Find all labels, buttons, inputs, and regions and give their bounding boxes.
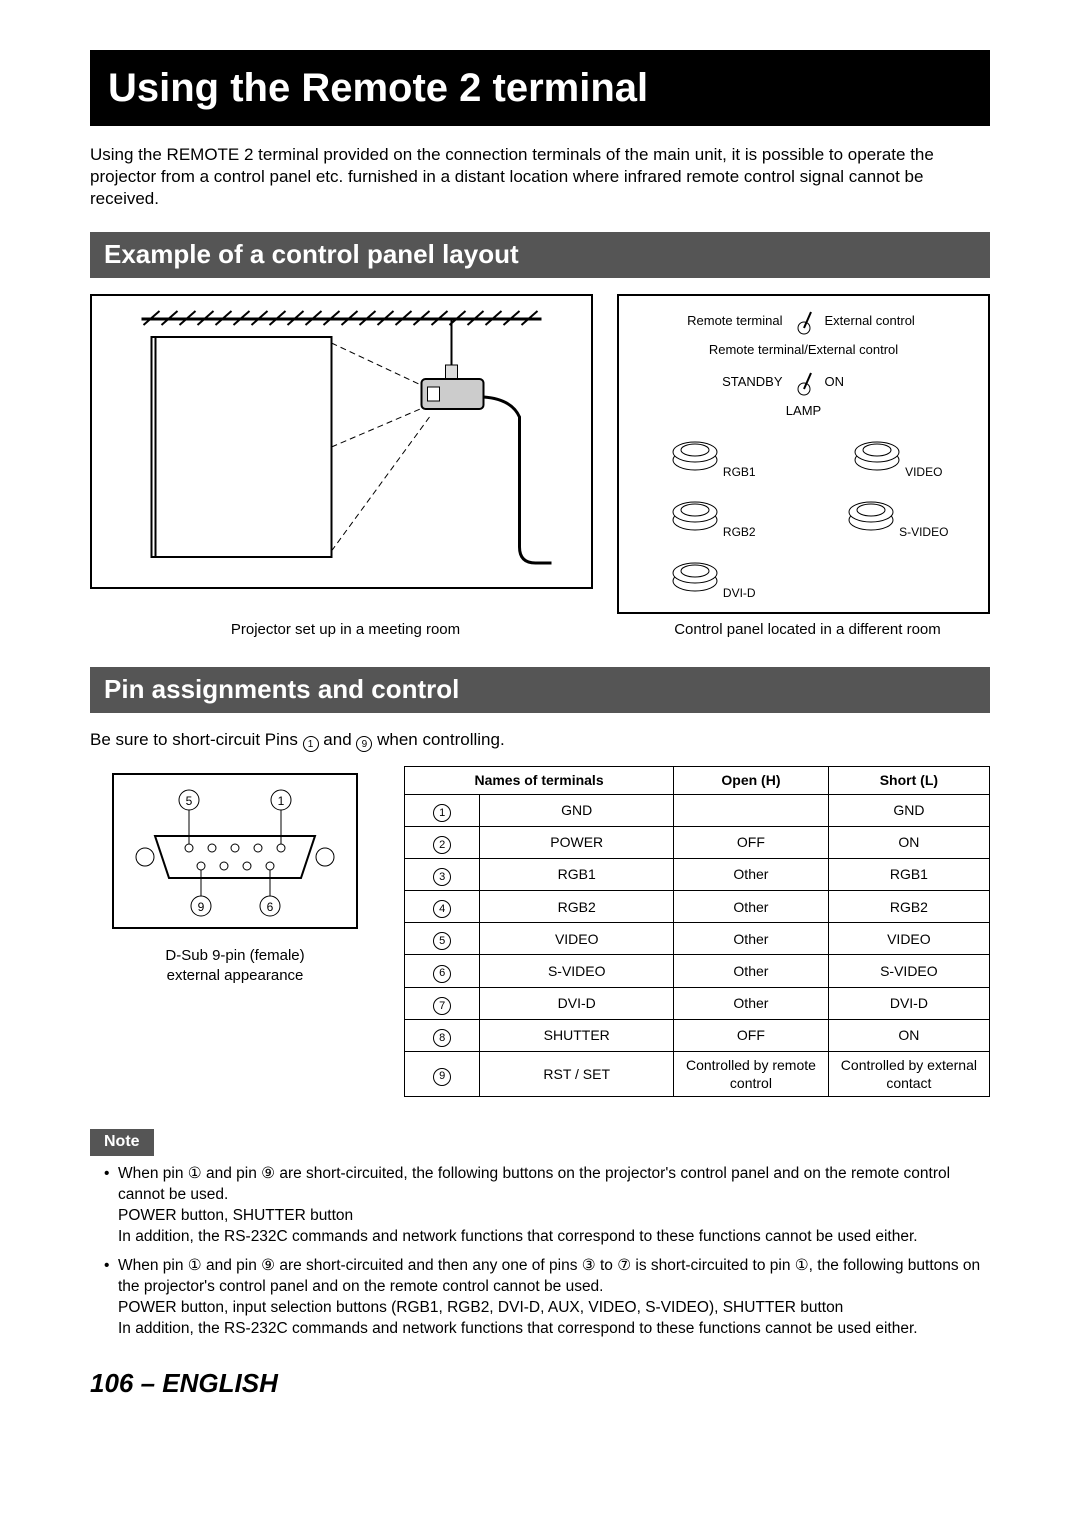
label-lamp: LAMP xyxy=(631,403,976,420)
push-button-icon xyxy=(667,492,723,532)
push-button-icon xyxy=(667,553,723,593)
table-row: 8SHUTTEROFFON xyxy=(405,1019,990,1051)
label-standby: STANDBY xyxy=(631,374,783,391)
label-external-control: External control xyxy=(825,313,977,330)
table-row: 2POWEROFFON xyxy=(405,826,990,858)
note-1: When pin ① and pin ⑨ are short-circuited… xyxy=(104,1164,990,1248)
fig-caption-2: external appearance xyxy=(90,966,380,986)
svg-text:5: 5 xyxy=(186,794,193,808)
pin-table: Names of terminals Open (H) Short (L) 1G… xyxy=(404,766,990,1097)
page-footer: 106 – ENGLISH xyxy=(90,1367,990,1401)
label-rgb1: RGB1 xyxy=(723,465,756,479)
table-row: 3RGB1OtherRGB1 xyxy=(405,858,990,890)
table-row: 4RGB2OtherRGB2 xyxy=(405,891,990,923)
dsub-figure: 5 1 9 6 D-Sub 9-pin (female) external ap… xyxy=(90,766,380,985)
section-heading-layout: Example of a control panel layout xyxy=(90,232,990,278)
table-row: 9RST / SETControlled by remote controlCo… xyxy=(405,1051,990,1096)
short-note: Be sure to short-circuit Pins 1 and 9 wh… xyxy=(90,729,990,753)
table-row: 6S-VIDEOOtherS-VIDEO xyxy=(405,955,990,987)
note-2: When pin ① and pin ⑨ are short-circuited… xyxy=(104,1256,990,1340)
th-names: Names of terminals xyxy=(405,767,674,794)
label-combined: Remote terminal/External control xyxy=(631,342,976,359)
label-video: VIDEO xyxy=(905,465,942,479)
caption-left: Projector set up in a meeting room xyxy=(90,620,601,640)
svg-text:9: 9 xyxy=(198,900,205,914)
page-title: Using the Remote 2 terminal xyxy=(90,50,990,126)
push-button-icon xyxy=(843,492,899,532)
label-remote-terminal: Remote terminal xyxy=(631,313,783,330)
label-rgb2: RGB2 xyxy=(723,525,756,539)
meeting-room-diagram xyxy=(90,294,593,589)
th-short: Short (L) xyxy=(828,767,989,794)
fig-caption-1: D-Sub 9-pin (female) xyxy=(90,946,380,966)
push-button-icon xyxy=(667,432,723,472)
svg-text:1: 1 xyxy=(278,794,285,808)
intro-text: Using the REMOTE 2 terminal provided on … xyxy=(90,144,990,210)
svg-text:6: 6 xyxy=(267,900,274,914)
note-label: Note xyxy=(90,1129,154,1156)
label-on: ON xyxy=(825,374,977,391)
section-heading-pins: Pin assignments and control xyxy=(90,667,990,713)
label-dvid: DVI-D xyxy=(723,586,756,600)
caption-right: Control panel located in a different roo… xyxy=(625,620,990,640)
table-row: 7DVI-DOtherDVI-D xyxy=(405,987,990,1019)
label-svideo: S-VIDEO xyxy=(899,525,948,539)
notes-list: When pin ① and pin ⑨ are short-circuited… xyxy=(90,1164,990,1339)
th-open: Open (H) xyxy=(674,767,829,794)
control-panel-diagram: Remote terminal External control Remote … xyxy=(617,294,990,614)
push-button-icon xyxy=(849,432,905,472)
table-row: 5VIDEOOtherVIDEO xyxy=(405,923,990,955)
toggle-switch-icon xyxy=(789,306,819,336)
toggle-switch-icon xyxy=(789,367,819,397)
diagram-row: Remote terminal External control Remote … xyxy=(90,294,990,614)
dsub-connector-svg: 5 1 9 6 xyxy=(105,766,365,936)
projector-screen-svg xyxy=(100,307,583,577)
table-row: 1GNDGND xyxy=(405,794,990,826)
